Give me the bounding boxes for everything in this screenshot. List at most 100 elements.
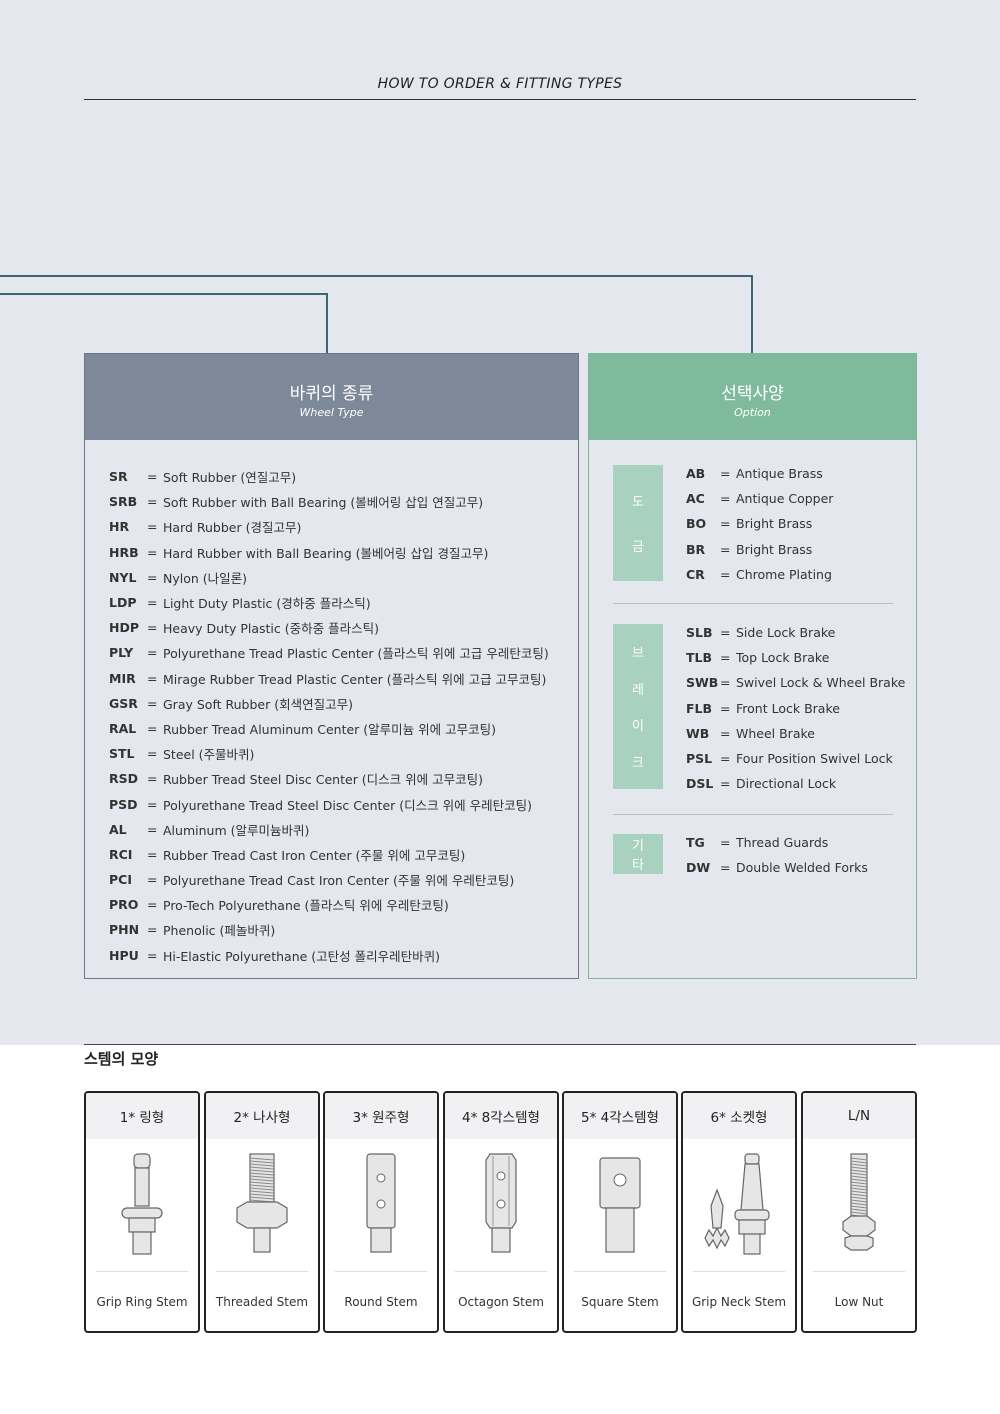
option-group-tag-char: 브 <box>632 645 644 661</box>
equals-sign: = <box>720 835 731 851</box>
equals-sign: = <box>147 695 158 711</box>
wheel-code: LDP <box>109 595 137 611</box>
stem-title: 1* 링형 <box>86 1093 198 1139</box>
wheel-type-row: LDP = Light Duty Plastic (경하중 플라스틱) <box>109 590 578 615</box>
wheel-type-row: NYL = Nylon (나일론) <box>109 565 578 590</box>
stem-title: 4* 8각스템형 <box>445 1093 557 1139</box>
equals-sign: = <box>147 469 158 485</box>
equals-sign: = <box>720 625 731 641</box>
wheel-description: Mirage Rubber Tread Plastic Center (플라스틱… <box>163 671 547 687</box>
option-description: Bright Brass <box>736 516 813 532</box>
equals-sign: = <box>720 516 731 532</box>
equals-sign: = <box>147 670 158 686</box>
octagon-stem-icon <box>445 1139 557 1271</box>
connector-line-option-drop <box>751 275 753 353</box>
option-description: Swivel Lock & Wheel Brake <box>736 675 906 691</box>
wheel-code: GSR <box>109 695 138 711</box>
wheel-description: Rubber Tread Cast Iron Center (주물 위에 고무코… <box>163 847 466 863</box>
stem-title: 2* 나사형 <box>206 1093 318 1139</box>
stem-label: Low Nut <box>834 1295 884 1309</box>
option-row: BR = Bright Brass <box>686 537 833 562</box>
equals-sign: = <box>147 595 158 611</box>
option-group-tag-char: 금 <box>632 540 644 555</box>
option-code: DW <box>686 860 711 876</box>
page-title: HOW TO ORDER & FITTING TYPES <box>377 76 623 92</box>
option-group-tag-char: 크 <box>632 756 644 772</box>
equals-sign: = <box>147 821 158 837</box>
wheel-type-row: STL = Steel (주물바퀴) <box>109 741 578 766</box>
wheel-type-row: HPU = Hi-Elastic Polyurethane (고탄성 폴리우레탄바퀴… <box>109 943 578 968</box>
stem-card: 5* 4각스템형 Square Stem <box>562 1091 678 1333</box>
equals-sign: = <box>720 751 731 767</box>
option-code: DSL <box>686 776 714 792</box>
wheel-type-row: AL = Aluminum (알루미늄바퀴) <box>109 817 578 842</box>
option-code: FLB <box>686 700 713 716</box>
stem-card: 6* 소켓형 Grip Neck Stem <box>681 1091 797 1333</box>
round-stem-icon <box>325 1139 437 1271</box>
equals-sign: = <box>720 466 731 482</box>
wheel-code: SRB <box>109 494 138 510</box>
option-row: FLB = Front Lock Brake <box>686 696 905 721</box>
wheel-type-row: PRO = Pro-Tech Polyurethane (플라스틱 위에 우레탄코팅… <box>109 892 578 917</box>
wheel-type-row: SR = Soft Rubber (연질고무) <box>109 464 578 489</box>
option-row: DSL = Directional Lock <box>686 771 905 796</box>
option-title: 선택사양 <box>721 384 784 404</box>
equals-sign: = <box>147 569 158 585</box>
stem-card: 4* 8각스템형 Octagon Stem <box>443 1091 559 1333</box>
wheel-code: MIR <box>109 670 136 686</box>
wheel-type-row: PHN = Phenolic (페놀바퀴) <box>109 917 578 942</box>
equals-sign: = <box>147 771 158 787</box>
equals-sign: = <box>720 700 731 716</box>
wheel-code: PLY <box>109 645 134 661</box>
option-group-tag-char: 레 <box>632 682 644 698</box>
stem-label: Square Stem <box>581 1295 659 1309</box>
option-description: Antique Copper <box>736 491 834 507</box>
option-code: PSL <box>686 751 713 767</box>
stem-label: Threaded Stem <box>215 1295 309 1309</box>
option-row: AB = Antique Brass <box>686 461 833 486</box>
option-row: TG = Thread Guards <box>686 830 868 855</box>
option-code: AC <box>686 491 705 507</box>
wheel-type-row: RSD = Rubber Tread Steel Disc Center (디스크 … <box>109 766 578 791</box>
wheel-code: HDP <box>109 620 139 636</box>
wheel-type-row: PLY = Polyurethane Tread Plastic Center (플… <box>109 640 578 665</box>
option-description: Directional Lock <box>736 776 837 792</box>
stem-label: Grip Neck Stem <box>691 1295 787 1309</box>
stem-card: L/N Low Nut <box>801 1091 917 1333</box>
wheel-description: Hard Rubber with Ball Bearing (볼베어링 삽입 경… <box>163 545 489 561</box>
wheel-description: Polyurethane Tread Plastic Center (플라스틱 … <box>163 646 549 662</box>
equals-sign: = <box>147 947 158 963</box>
stem-label: Round Stem <box>344 1295 418 1309</box>
wheel-code: HPU <box>109 947 139 963</box>
option-row: CR = Chrome Plating <box>686 562 833 587</box>
stem-title: 3* 원주형 <box>325 1093 437 1139</box>
wheel-description: Soft Rubber (연질고무) <box>163 470 297 486</box>
wheel-code: RAL <box>109 720 137 736</box>
equals-sign: = <box>720 860 731 876</box>
equals-sign: = <box>720 776 731 792</box>
equals-sign: = <box>720 650 731 666</box>
wheel-type-row: SRB = Soft Rubber with Ball Bearing (볼베어링 … <box>109 489 578 514</box>
wheel-type-row: PSD = Polyurethane Tread Steel Disc Center… <box>109 791 578 816</box>
equals-sign: = <box>147 519 158 535</box>
title-divider <box>84 99 916 100</box>
equals-sign: = <box>720 566 731 582</box>
grip-neck-stem-icon <box>683 1139 795 1271</box>
wheel-description: Light Duty Plastic (경하중 플라스틱) <box>163 596 371 612</box>
equals-sign: = <box>720 491 731 507</box>
option-code: SLB <box>686 625 713 641</box>
wheel-description: Phenolic (페놀바퀴) <box>163 923 276 939</box>
connector-line-wheel <box>0 293 328 295</box>
wheel-code: PHN <box>109 922 140 938</box>
stem-card: 1* 링형 Grip Ring Stem <box>84 1091 200 1333</box>
equals-sign: = <box>720 725 731 741</box>
stem-title: L/N <box>803 1093 915 1139</box>
stem-title: 6* 소켓형 <box>683 1093 795 1139</box>
option-row: AC = Antique Copper <box>686 486 833 511</box>
equals-sign: = <box>147 544 158 560</box>
option-description: Side Lock Brake <box>736 625 836 641</box>
option-description: Double Welded Forks <box>736 860 868 876</box>
wheel-description: Soft Rubber with Ball Bearing (볼베어링 삽입 연… <box>163 495 484 511</box>
option-row: WB = Wheel Brake <box>686 721 905 746</box>
equals-sign: = <box>147 645 158 661</box>
